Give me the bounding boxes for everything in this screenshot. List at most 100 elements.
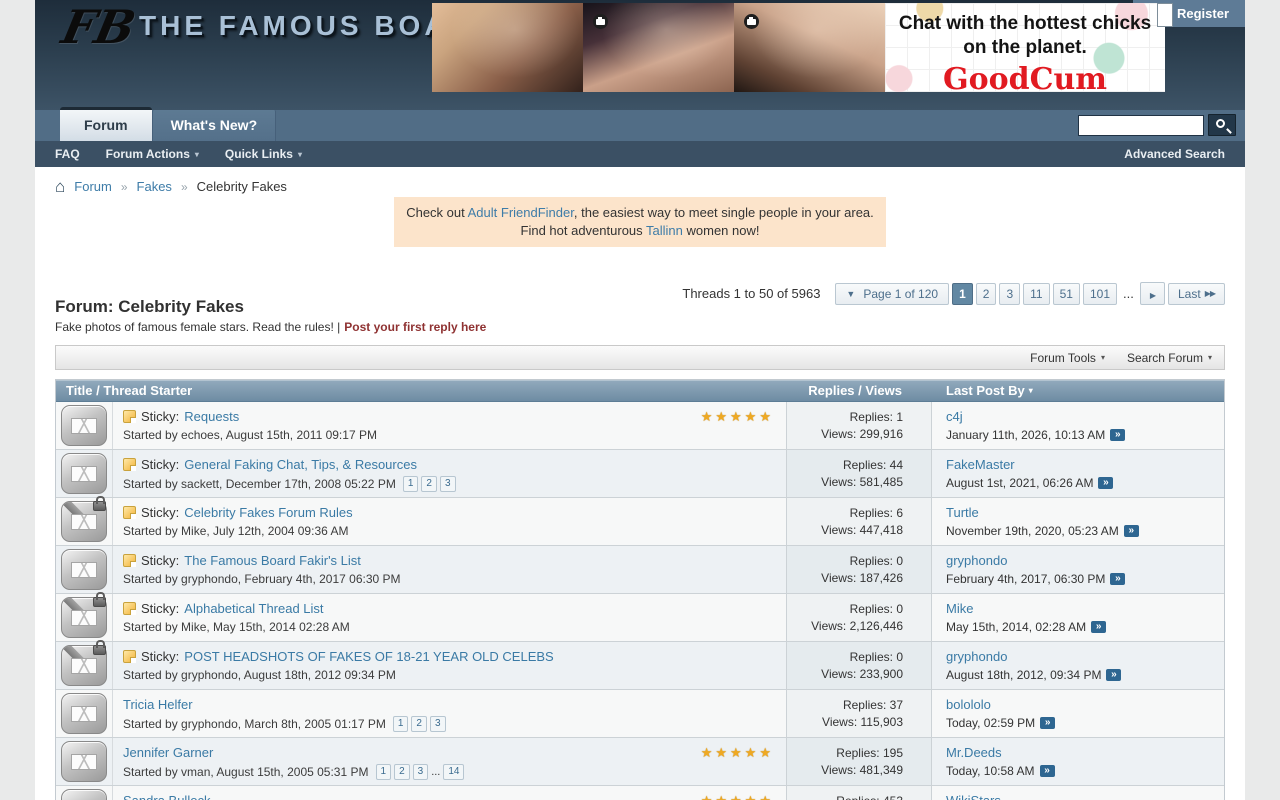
nav-faq[interactable]: FAQ [55,147,80,161]
search-area [1078,114,1236,136]
breadcrumb-forum[interactable]: Forum [74,179,112,194]
breadcrumb-fakes[interactable]: Fakes [137,179,172,194]
page-button-1[interactable]: 1 [952,283,973,305]
go-to-last-post-icon[interactable]: » [1040,717,1055,729]
envelope-icon [61,741,107,782]
thread-title-link[interactable]: General Faking Chat, Tips, & Resources [184,457,417,472]
envelope-icon [61,405,107,446]
go-to-last-post-icon[interactable]: » [1098,477,1113,489]
last-post-user-link[interactable]: WikiStars [946,793,1001,800]
page-button-3[interactable]: 3 [999,283,1020,305]
tab-whats-new[interactable]: What's New? [152,110,277,141]
thread-page-button-2[interactable]: 2 [421,476,437,492]
advanced-search-link[interactable]: Advanced Search [1124,147,1225,161]
ad-photo-1[interactable] [432,3,583,92]
thread-title-link[interactable]: Alphabetical Thread List [184,601,323,616]
breadcrumb-separator-icon: » [181,180,188,194]
thread-page-button-2[interactable]: 2 [411,716,427,732]
ad-text-panel[interactable]: Chat with the hottest chicks on the plan… [885,3,1165,92]
last-post-user-link[interactable]: gryphondo [946,553,1007,569]
last-post-user-link[interactable]: gryphondo [946,649,1007,665]
last-post-user-link[interactable]: Mike [946,601,973,617]
thread-title-link[interactable]: Requests [184,409,239,424]
forum-tools-menu[interactable]: Forum Tools▾ [1030,351,1105,365]
go-to-last-post-icon[interactable]: » [1106,669,1121,681]
rating-stars-icon: ★★★★★ [701,793,774,800]
last-post-user-link[interactable]: Mr.Deeds [946,745,1002,761]
login-field-stub[interactable] [1157,3,1173,27]
thread-started-by: Started by Mike, July 12th, 2004 09:36 A… [123,524,348,538]
adult-friendfinder-link[interactable]: Adult FriendFinder [468,205,574,220]
sticky-prefix: Sticky: [141,601,179,616]
thread-title-link[interactable]: Celebrity Fakes Forum Rules [184,505,352,520]
last-page-button[interactable]: Last▶▶ [1168,283,1225,305]
page-button-51[interactable]: 51 [1053,283,1080,305]
right-arrow-icon: ▶ [1150,291,1155,300]
thread-started-by: Started by sackett, December 17th, 2008 … [123,477,396,491]
thread-replies: Replies: 6 [787,505,903,522]
sticky-note-icon [123,506,136,519]
thread-page-button-1[interactable]: 1 [403,476,419,492]
go-to-last-post-icon[interactable]: » [1110,573,1125,585]
thread-title-link[interactable]: Sandra Bullock [123,793,210,800]
thread-page-button-2[interactable]: 2 [394,764,410,780]
table-row: Sticky: General Faking Chat, Tips, & Res… [56,450,1224,498]
go-to-last-post-icon[interactable]: » [1110,429,1125,441]
sticky-prefix: Sticky: [141,553,179,568]
ad-photo-2[interactable] [583,3,734,92]
thread-title-link[interactable]: The Famous Board Fakir's List [184,553,361,568]
page-button-2[interactable]: 2 [976,283,997,305]
go-to-last-post-icon[interactable]: » [1040,765,1055,777]
last-post-user-link[interactable]: FakeMaster [946,457,1015,473]
envelope-icon [61,501,107,542]
thread-list: Sticky: Requests Started by echoes, Augu… [56,402,1224,800]
page-selector-dropdown[interactable]: ▼Page 1 of 120 [835,283,949,305]
thread-page-button-3[interactable]: 3 [440,476,456,492]
thread-title-link[interactable]: Jennifer Garner [123,745,213,760]
tab-forum[interactable]: Forum [60,107,152,141]
thread-page-button-3[interactable]: 3 [430,716,446,732]
thread-page-button-1[interactable]: 1 [393,716,409,732]
column-header-title[interactable]: Title / Thread Starter [56,383,787,398]
banner-ad[interactable]: Chat with the hottest chicks on the plan… [432,3,1165,92]
nav-forum-actions[interactable]: Forum Actions▾ [106,147,199,161]
search-button[interactable] [1208,114,1236,136]
page-button-11[interactable]: 11 [1023,283,1049,305]
thread-page-button-1[interactable]: 1 [376,764,392,780]
column-header-replies[interactable]: Replies / Views [787,383,932,398]
thread-page-button-3[interactable]: 3 [413,764,429,780]
last-post-user-link[interactable]: Turtle [946,505,979,521]
breadcrumb: ⌂ Forum » Fakes » Celebrity Fakes [55,179,1225,194]
thread-title-link[interactable]: Tricia Helfer [123,697,193,712]
column-header-lastpost[interactable]: Last Post By▾ [932,383,1224,398]
go-to-last-post-icon[interactable]: » [1124,525,1139,537]
search-forum-menu[interactable]: Search Forum▾ [1127,351,1212,365]
thread-views: Views: 481,349 [787,762,903,779]
ad-line-2: on the planet. [885,36,1165,60]
site-logo[interactable]: FB [57,0,140,54]
nav-quick-links[interactable]: Quick Links▾ [225,147,302,161]
next-page-button[interactable]: ▶ [1140,282,1165,305]
last-post-date: May 15th, 2014, 02:28 AM [946,619,1086,635]
last-post-date: February 4th, 2017, 06:30 PM [946,571,1105,587]
last-post-user-link[interactable]: bolololo [946,697,991,713]
home-icon[interactable]: ⌂ [55,180,65,194]
forum-description: Fake photos of famous female stars. Read… [55,320,1225,334]
ad-photo-3[interactable] [734,3,885,92]
thread-started-by: Started by Mike, May 15th, 2014 02:28 AM [123,620,350,634]
envelope-icon [61,789,107,800]
ad-brand[interactable]: GoodCum [885,62,1165,97]
thread-title-link[interactable]: POST HEADSHOTS OF FAKES OF 18-21 YEAR OL… [184,649,553,664]
post-first-reply-link[interactable]: Post your first reply here [344,320,486,334]
chevron-down-icon: ▾ [1208,353,1212,362]
last-post-user-link[interactable]: c4j [946,409,963,425]
page-button-101[interactable]: 101 [1083,283,1117,305]
thread-page-button-14[interactable]: 14 [443,764,464,780]
rating-stars-icon: ★★★★★ [701,409,774,425]
city-link[interactable]: Tallinn [646,223,683,238]
go-to-last-post-icon[interactable]: » [1091,621,1106,633]
table-row: Sandra Bullock Started by wonder, Februa… [56,786,1224,800]
thread-replies: Replies: 0 [787,601,903,618]
search-input[interactable] [1078,115,1204,136]
breadcrumb-current: Celebrity Fakes [197,179,287,194]
